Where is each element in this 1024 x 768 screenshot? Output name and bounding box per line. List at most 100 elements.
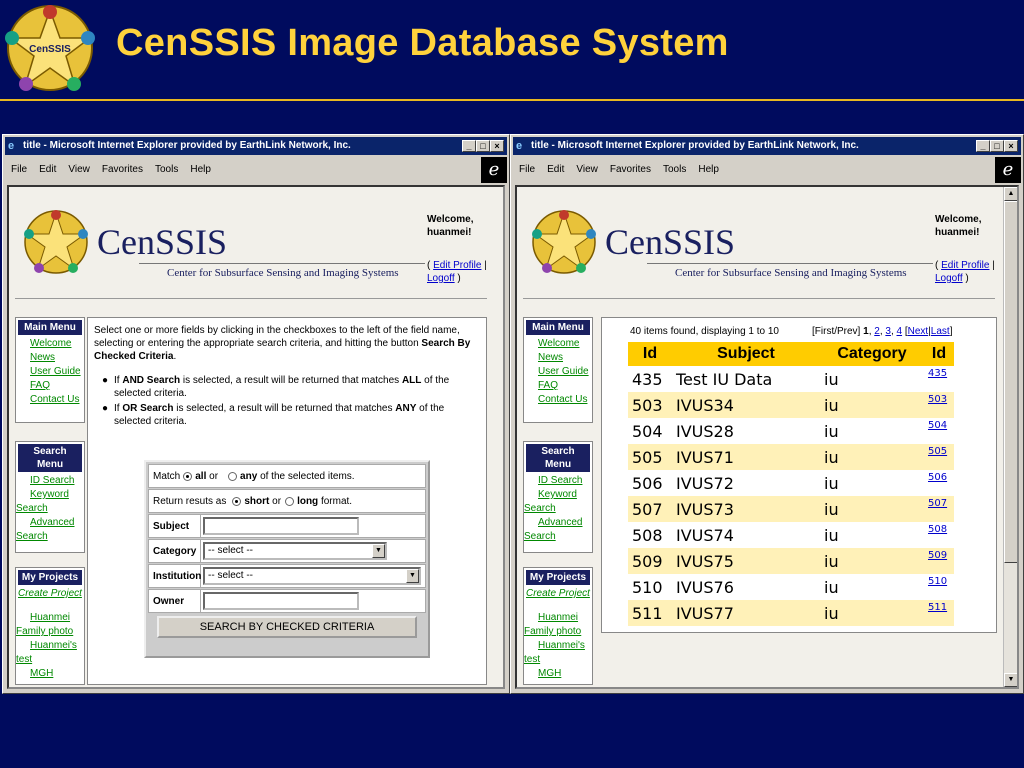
project-huanmei-family-photo[interactable]: Huanmei Family photo [16, 611, 84, 639]
censsis-slide-logo: CenSSIS [5, 5, 95, 91]
results-panel: 40 items found, displaying 1 to 10 [Firs… [601, 317, 997, 633]
sidebar-item-welcome[interactable]: Welcome [16, 337, 84, 351]
search-by-checked-criteria-button[interactable]: SEARCH BY CHECKED CRITERIA [157, 616, 417, 638]
row-subject: Test IU Data [676, 369, 773, 389]
sidebar-item-contact-us[interactable]: Contact Us [16, 393, 84, 407]
minimize-button[interactable]: _ [462, 140, 476, 152]
row-id-link[interactable]: 435 [928, 368, 947, 379]
row-subject: IVUS71 [672, 444, 820, 470]
menu-help[interactable]: Help [698, 164, 719, 175]
maximize-button[interactable]: □ [990, 140, 1004, 152]
logoff-link[interactable]: Logoff [935, 273, 963, 284]
close-button[interactable]: × [1004, 140, 1018, 152]
menu-tools[interactable]: Tools [663, 164, 686, 175]
menu-view[interactable]: View [68, 164, 90, 175]
sidebar-item-news[interactable]: News [16, 351, 84, 365]
project-mgh[interactable]: MGH [16, 667, 84, 681]
my-projects-title: My Projects [18, 570, 82, 585]
row-id-link[interactable]: 503 [928, 394, 947, 405]
last-link[interactable]: Last [931, 326, 950, 337]
menu-help[interactable]: Help [190, 164, 211, 175]
results-table: Id Subject Category Id 435 Test IU Data iu… [628, 342, 954, 626]
row-id-link[interactable]: 506 [928, 472, 947, 483]
sidebar-item-id-search[interactable]: ID Search [16, 474, 84, 488]
site-name: CenSSIS [605, 222, 736, 262]
menu-file[interactable]: File [519, 164, 535, 175]
table-row: 506 IVUS72 iu 506 [628, 470, 954, 496]
match-all-radio[interactable] [183, 471, 193, 481]
row-id: 508 [632, 525, 663, 545]
row-subject: IVUS76 [676, 577, 734, 597]
row-id: 504 [632, 421, 663, 441]
page-4-link[interactable]: 4 [897, 326, 903, 337]
row-id-link[interactable]: 504 [928, 420, 947, 431]
scroll-up-icon[interactable]: ▲ [1004, 187, 1017, 201]
table-row: 511 IVUS77 iu 511 [628, 600, 954, 626]
sidebar-item-id-search[interactable]: ID Search [524, 474, 592, 488]
window-title-bar[interactable]: e title - Microsoft Internet Explorer pr… [513, 137, 1021, 155]
logoff-link[interactable]: Logoff [427, 273, 455, 284]
create-project-link[interactable]: Create Project [16, 587, 84, 601]
row-id-link[interactable]: 507 [928, 498, 947, 509]
sidebar-item-advanced-search[interactable]: Advanced Search [524, 516, 592, 544]
minimize-button[interactable]: _ [976, 140, 990, 152]
results-header-row: Id Subject Category Id [628, 342, 954, 366]
my-projects-title: My Projects [526, 570, 590, 585]
next-link[interactable]: Next [908, 326, 929, 337]
svg-text:CenSSIS: CenSSIS [29, 44, 71, 55]
short-format-radio[interactable] [232, 496, 242, 506]
window-title-bar[interactable]: e title - Microsoft Internet Explorer pr… [5, 137, 507, 155]
match-any-radio[interactable] [228, 471, 238, 481]
close-button[interactable]: × [490, 140, 504, 152]
scroll-down-icon[interactable]: ▼ [1004, 673, 1017, 687]
project-huanmeis-test[interactable]: Huanmei's test [524, 639, 592, 667]
owner-input[interactable] [203, 592, 359, 610]
page-content: CenSSIS Center for Subsurface Sensing an… [7, 185, 505, 689]
my-projects-box: My Projects Create Project Huanmei Famil… [523, 567, 593, 685]
row-id-link[interactable]: 510 [928, 576, 947, 587]
return-format-row: Return resuts as short or long format. [148, 489, 426, 513]
row-id-link[interactable]: 508 [928, 524, 947, 535]
subject-input[interactable] [203, 517, 359, 535]
create-project-link[interactable]: Create Project [524, 587, 592, 601]
long-format-radio[interactable] [285, 496, 295, 506]
row-category: iu [824, 369, 839, 389]
menu-view[interactable]: View [576, 164, 598, 175]
menu-edit[interactable]: Edit [547, 164, 564, 175]
sidebar-item-user-guide[interactable]: User Guide [524, 365, 592, 379]
row-subject: IVUS34 [672, 392, 820, 418]
scroll-thumb[interactable] [1004, 201, 1017, 563]
edit-profile-link[interactable]: Edit Profile [941, 260, 989, 271]
first-prev-label: [First/Prev] [812, 326, 861, 337]
edit-profile-link[interactable]: Edit Profile [433, 260, 481, 271]
profile-links: ( Edit Profile | Logoff ) [935, 260, 995, 284]
category-select[interactable]: -- select -- ▼ [203, 542, 387, 560]
menu-tools[interactable]: Tools [155, 164, 178, 175]
profile-links: ( Edit Profile | Logoff ) [427, 260, 487, 284]
project-huanmei-family-photo[interactable]: Huanmei Family photo [524, 611, 592, 639]
vertical-scrollbar[interactable]: ▲ ▼ [1003, 187, 1017, 687]
sidebar-item-keyword-search[interactable]: Keyword Search [16, 488, 84, 516]
sidebar-item-contact-us[interactable]: Contact Us [524, 393, 592, 407]
menu-file[interactable]: File [11, 164, 27, 175]
institution-select[interactable]: -- select -- ▼ [203, 567, 421, 585]
page-3-link[interactable]: 3 [885, 326, 891, 337]
project-mgh[interactable]: MGH [524, 667, 592, 681]
sidebar-item-news[interactable]: News [524, 351, 592, 365]
sidebar-item-user-guide[interactable]: User Guide [16, 365, 84, 379]
sidebar-item-faq[interactable]: FAQ [524, 379, 592, 393]
menu-favorites[interactable]: Favorites [102, 164, 143, 175]
sidebar-item-advanced-search[interactable]: Advanced Search [16, 516, 84, 544]
slide-divider [0, 99, 1024, 101]
maximize-button[interactable]: □ [476, 140, 490, 152]
row-id-link[interactable]: 505 [928, 446, 947, 457]
page-2-link[interactable]: 2 [874, 326, 880, 337]
row-id-link[interactable]: 511 [928, 602, 947, 613]
sidebar-item-faq[interactable]: FAQ [16, 379, 84, 393]
project-huanmeis-test[interactable]: Huanmei's test [16, 639, 84, 667]
menu-favorites[interactable]: Favorites [610, 164, 651, 175]
sidebar-item-keyword-search[interactable]: Keyword Search [524, 488, 592, 516]
menu-edit[interactable]: Edit [39, 164, 56, 175]
sidebar-item-welcome[interactable]: Welcome [524, 337, 592, 351]
row-id-link[interactable]: 509 [928, 550, 947, 561]
